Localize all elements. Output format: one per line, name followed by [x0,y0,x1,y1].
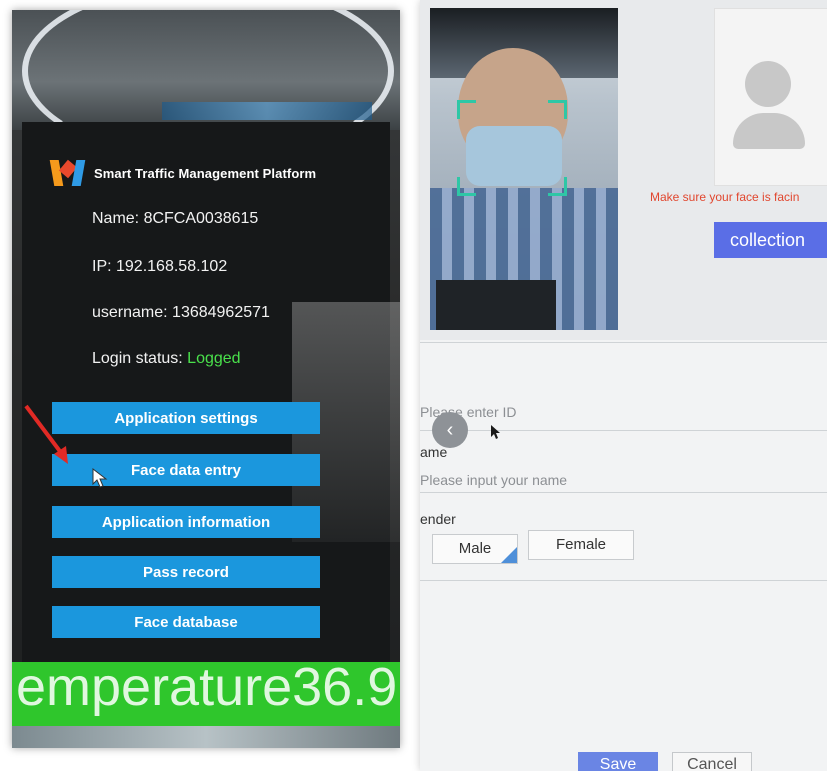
device-username: username: 13684962571 [92,304,270,321]
gender-female-label: Female [555,536,607,553]
red-arrow-icon [24,404,68,464]
chevron-left-icon: ‹ [446,419,454,441]
temperature-text: emperature36.9°C [16,657,400,717]
device-screen-photo: Smart Traffic Management Platform Name: … [12,10,400,748]
name-label: ame [420,444,448,460]
temperature-banner: emperature36.9°C [12,657,400,726]
id-input[interactable]: Please enter ID [420,404,517,420]
pass-record-button[interactable]: Pass record [52,556,320,588]
application-information-button[interactable]: Application information [52,506,320,538]
ceiling-light-strip [162,102,372,120]
login-status-label: Login status: [92,350,188,367]
platform-logo [49,158,86,188]
device-name: Name: 8CFCA0038615 [92,210,259,227]
platform-header: Smart Traffic Management Platform [49,158,317,188]
cancel-button[interactable]: Cancel [672,752,752,771]
selected-check-icon [501,547,517,563]
login-status: Login status: Logged [92,350,241,368]
avatar-placeholder [714,8,827,186]
gender-male-option[interactable]: Male [432,534,518,564]
name-input[interactable]: Please input your name [420,472,567,488]
face-warning-text: Make sure your face is facin [650,190,800,204]
platform-title: Smart Traffic Management Platform [94,165,317,181]
mouse-cursor-icon [92,468,108,488]
save-button[interactable]: Save [578,752,658,771]
gender-male-label: Male [458,540,492,557]
login-status-value: Logged [187,350,241,367]
avatar-head-icon [745,61,791,107]
bottom-blur [12,726,400,748]
divider [420,580,827,581]
gender-label: ender [420,511,456,527]
mouse-cursor-icon [491,425,500,439]
face-database-button[interactable]: Face database [52,606,320,638]
divider [420,430,827,431]
avatar-body-icon [733,113,805,149]
gender-female-option[interactable]: Female [528,530,634,560]
monitor-in-view [436,280,556,330]
divider [420,342,827,343]
camera-preview [430,8,618,330]
back-button[interactable]: ‹ [432,412,468,448]
face-detection-box [457,100,567,196]
application-settings-button[interactable]: Application settings [52,402,320,434]
divider [420,492,827,493]
collection-button[interactable]: collection [714,222,827,258]
face-entry-page-photo: Make sure your face is facin collection … [420,0,827,771]
device-ip: IP: 192.168.58.102 [92,258,228,275]
device-menu-screen: Smart Traffic Management Platform Name: … [22,122,400,662]
